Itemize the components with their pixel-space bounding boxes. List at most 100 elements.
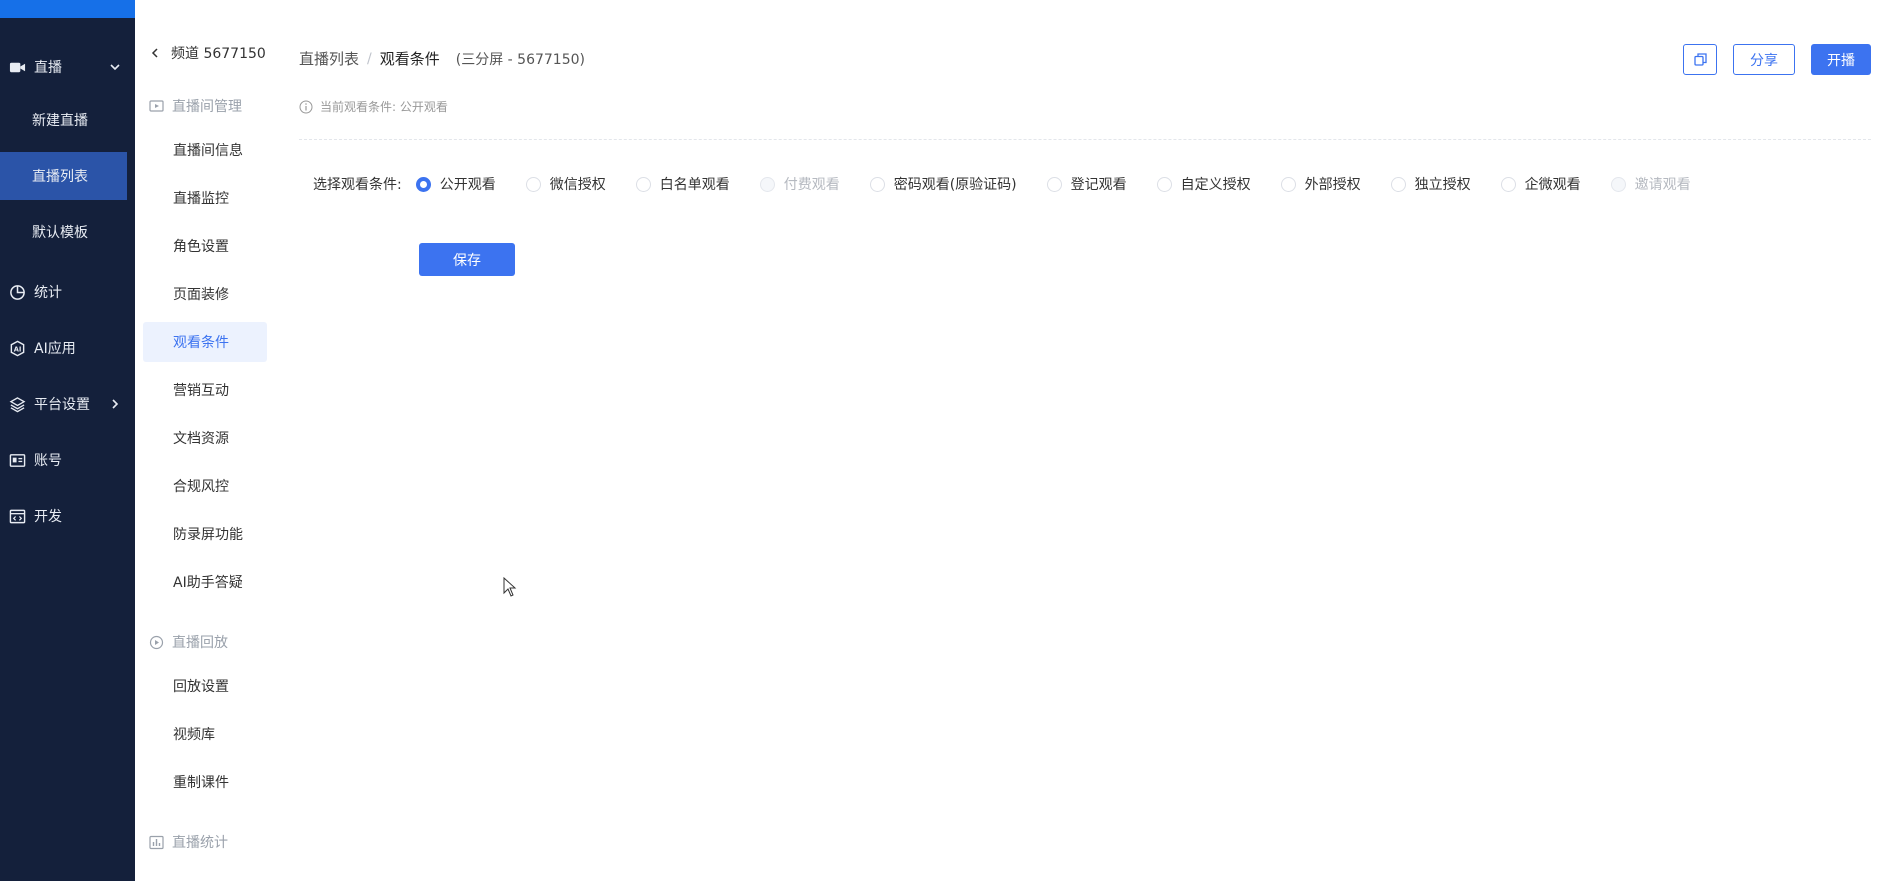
radio-label: 登记观看 <box>1070 177 1127 193</box>
back-to-channel[interactable]: 频道 5677150 <box>147 40 266 66</box>
breadcrumb-live-list[interactable]: 直播列表 <box>299 48 359 69</box>
channel-sidebar: 频道 5677150 直播间管理 直播间信息 直播监控 角色设置 页面装修 观看… <box>135 0 275 881</box>
radio-label: 邀请观看 <box>1634 177 1691 193</box>
nav-platform[interactable]: 平台设置 <box>0 380 135 428</box>
main-nav: 直播 新建直播 直播列表 默认模板 统计 AI AI应用 平台设置 账号 开发 <box>0 0 135 881</box>
sub-item-watch-conditions[interactable]: 观看条件 <box>143 322 267 362</box>
group-replay: 直播回放 <box>149 629 228 655</box>
nav-sub-default-template[interactable]: 默认模板 <box>0 208 127 256</box>
sub-item-room-info[interactable]: 直播间信息 <box>143 130 267 170</box>
main-content: 直播列表 / 观看条件 (三分屏 - 5677150) 分享 开播 当前观看条件… <box>275 0 1886 881</box>
radio-external-auth[interactable]: 外部授权 <box>1280 174 1361 194</box>
radio-circle <box>759 176 775 192</box>
sub-item-label: 直播监控 <box>173 191 229 207</box>
radio-invite: 邀请观看 <box>1610 174 1691 194</box>
radio-circle <box>1500 176 1516 192</box>
sub-item-page-decor[interactable]: 页面装修 <box>143 274 267 314</box>
page-title: 观看条件 <box>379 50 440 68</box>
ai-hexagon-icon: AI <box>8 339 26 357</box>
nav-dev-label: 开发 <box>34 509 62 525</box>
channel-note: (三分屏 - 5677150) <box>455 51 585 68</box>
group-room-management: 直播间管理 <box>149 93 242 119</box>
nav-live[interactable]: 直播 <box>0 43 135 91</box>
radio-circle <box>635 176 651 192</box>
nav-stats-label: 统计 <box>34 285 62 301</box>
radio-circle <box>1046 176 1062 192</box>
sub-item-label: 防录屏功能 <box>173 527 243 543</box>
copy-button[interactable] <box>1683 44 1717 75</box>
watch-condition-radio-group: 选择观看条件: 公开观看 微信授权 白名单观看 付费观看 密码观看(原验证码) … <box>313 173 1721 195</box>
breadcrumb: 直播列表 / 观看条件 (三分屏 - 5677150) <box>299 48 585 69</box>
nav-sub-label: 默认模板 <box>32 225 88 241</box>
group-live-stats: 直播统计 <box>149 829 228 855</box>
radio-whitelist[interactable]: 白名单观看 <box>635 174 730 194</box>
save-button[interactable]: 保存 <box>419 243 515 276</box>
sub-item-label: 回放设置 <box>173 679 229 695</box>
start-live-button[interactable]: 开播 <box>1811 44 1871 75</box>
nav-ai[interactable]: AI AI应用 <box>0 324 135 372</box>
radio-label: 微信授权 <box>549 177 606 193</box>
sub-item-marketing[interactable]: 营销互动 <box>143 370 267 410</box>
radio-wecom[interactable]: 企微观看 <box>1500 174 1581 194</box>
group-title: 直播间管理 <box>172 99 242 115</box>
layers-icon <box>8 395 26 413</box>
nav-sub-live-list[interactable]: 直播列表 <box>0 152 127 200</box>
id-card-icon <box>8 451 26 469</box>
code-window-icon <box>8 507 26 525</box>
sub-item-documents[interactable]: 文档资源 <box>143 418 267 458</box>
nav-stats[interactable]: 统计 <box>0 268 135 316</box>
info-circle-icon <box>299 100 313 113</box>
sub-item-label: 角色设置 <box>173 239 229 255</box>
nav-account[interactable]: 账号 <box>0 436 135 484</box>
sub-item-remake-courseware[interactable]: 重制课件 <box>143 762 267 802</box>
sub-item-monitor[interactable]: 直播监控 <box>143 178 267 218</box>
radio-public[interactable]: 公开观看 <box>415 174 496 194</box>
group-title: 直播统计 <box>172 835 228 851</box>
chevron-down-icon <box>110 64 120 71</box>
sub-item-ai-assistant[interactable]: AI助手答疑 <box>143 562 267 602</box>
chevron-right-icon <box>112 399 119 409</box>
monitor-play-icon <box>149 99 164 114</box>
sub-item-label: 观看条件 <box>173 335 229 351</box>
radio-custom-auth[interactable]: 自定义授权 <box>1156 174 1251 194</box>
svg-text:AI: AI <box>13 345 21 353</box>
sub-item-label: 营销互动 <box>173 383 229 399</box>
channel-label: 频道 5677150 <box>171 46 266 62</box>
sub-item-video-library[interactable]: 视频库 <box>143 714 267 754</box>
radio-circle <box>1610 176 1626 192</box>
sub-item-label: 直播间信息 <box>173 143 243 159</box>
condition-label: 选择观看条件: <box>313 177 402 193</box>
radio-circle <box>1280 176 1296 192</box>
radio-label: 白名单观看 <box>659 177 730 193</box>
radio-label: 密码观看(原验证码) <box>893 177 1017 193</box>
radio-label: 外部授权 <box>1304 177 1361 193</box>
share-button[interactable]: 分享 <box>1733 44 1795 75</box>
current-condition-text: 当前观看条件: 公开观看 <box>320 100 448 114</box>
sub-item-label: 重制课件 <box>173 775 229 791</box>
radio-circle <box>415 176 431 192</box>
radio-registration[interactable]: 登记观看 <box>1046 174 1127 194</box>
radio-label: 独立授权 <box>1414 177 1471 193</box>
sub-item-roles[interactable]: 角色设置 <box>143 226 267 266</box>
sub-item-label: 合规风控 <box>173 479 229 495</box>
video-camera-icon <box>8 58 26 76</box>
current-condition-info: 当前观看条件: 公开观看 <box>299 98 448 115</box>
sub-item-anti-record[interactable]: 防录屏功能 <box>143 514 267 554</box>
radio-wechat-auth[interactable]: 微信授权 <box>525 174 606 194</box>
nav-dev[interactable]: 开发 <box>0 492 135 540</box>
nav-platform-label: 平台设置 <box>34 397 90 413</box>
radio-circle <box>1390 176 1406 192</box>
sub-item-label: 视频库 <box>173 727 215 743</box>
sub-item-compliance[interactable]: 合规风控 <box>143 466 267 506</box>
sub-item-replay-settings[interactable]: 回放设置 <box>143 666 267 706</box>
radio-circle <box>525 176 541 192</box>
nav-sub-label: 新建直播 <box>32 113 88 129</box>
nav-sub-new-live[interactable]: 新建直播 <box>0 96 127 144</box>
radio-independent-auth[interactable]: 独立授权 <box>1390 174 1471 194</box>
nav-account-label: 账号 <box>34 453 62 469</box>
radio-circle <box>869 176 885 192</box>
radio-label: 自定义授权 <box>1180 177 1251 193</box>
radio-password[interactable]: 密码观看(原验证码) <box>869 174 1017 194</box>
radio-circle <box>1156 176 1172 192</box>
chevron-left-icon <box>151 48 158 58</box>
